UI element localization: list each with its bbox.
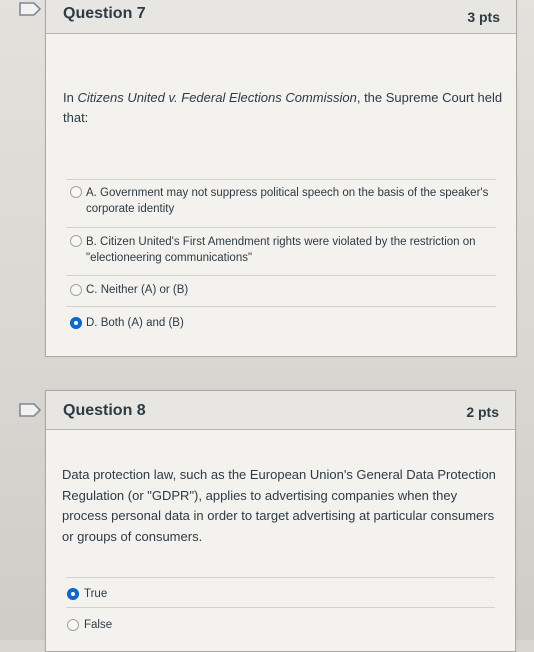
question-title: Question 7 [63, 5, 146, 22]
answer-label: B. Citizen United's First Amendment righ… [86, 236, 476, 264]
radio-button[interactable] [70, 235, 82, 247]
question-prompt: Data protection law, such as the Europea… [62, 467, 496, 544]
answer-option-true[interactable]: True [66, 577, 495, 600]
answer-option-a[interactable]: A. Government may not suppress political… [66, 179, 496, 215]
question-7-card: Question 7 3 pts In Citizens United v. F… [45, 0, 517, 357]
question-title: Question 8 [63, 402, 146, 419]
answer-label: C. Neither (A) or (B) [86, 284, 189, 296]
answer-label: False [84, 619, 113, 631]
question-points: 2 pts [466, 404, 499, 420]
question-7-header: Question 7 3 pts [46, 0, 516, 34]
radio-button[interactable] [70, 186, 82, 198]
answer-option-false[interactable]: False [66, 607, 495, 631]
question-8-card: Question 8 2 pts Data protection law, su… [45, 390, 516, 652]
answer-label: True [84, 588, 108, 600]
flag-question-icon[interactable] [19, 403, 41, 417]
radio-button[interactable] [70, 284, 82, 296]
radio-button-selected[interactable] [70, 317, 82, 329]
question-prompt: In Citizens United v. Federal Elections … [63, 90, 503, 125]
answer-option-d[interactable]: D. Both (A) and (B) [66, 306, 496, 329]
radio-button[interactable] [67, 619, 79, 631]
radio-button-selected[interactable] [67, 588, 79, 600]
answer-option-c[interactable]: C. Neither (A) or (B) [66, 275, 496, 296]
question-8-header: Question 8 2 pts [46, 391, 515, 430]
answer-option-b[interactable]: B. Citizen United's First Amendment righ… [66, 227, 496, 264]
flag-question-icon[interactable] [19, 2, 41, 16]
answer-label: D. Both (A) and (B) [86, 317, 184, 329]
answer-label: A. Government may not suppress political… [86, 187, 489, 215]
question-points: 3 pts [467, 9, 500, 25]
